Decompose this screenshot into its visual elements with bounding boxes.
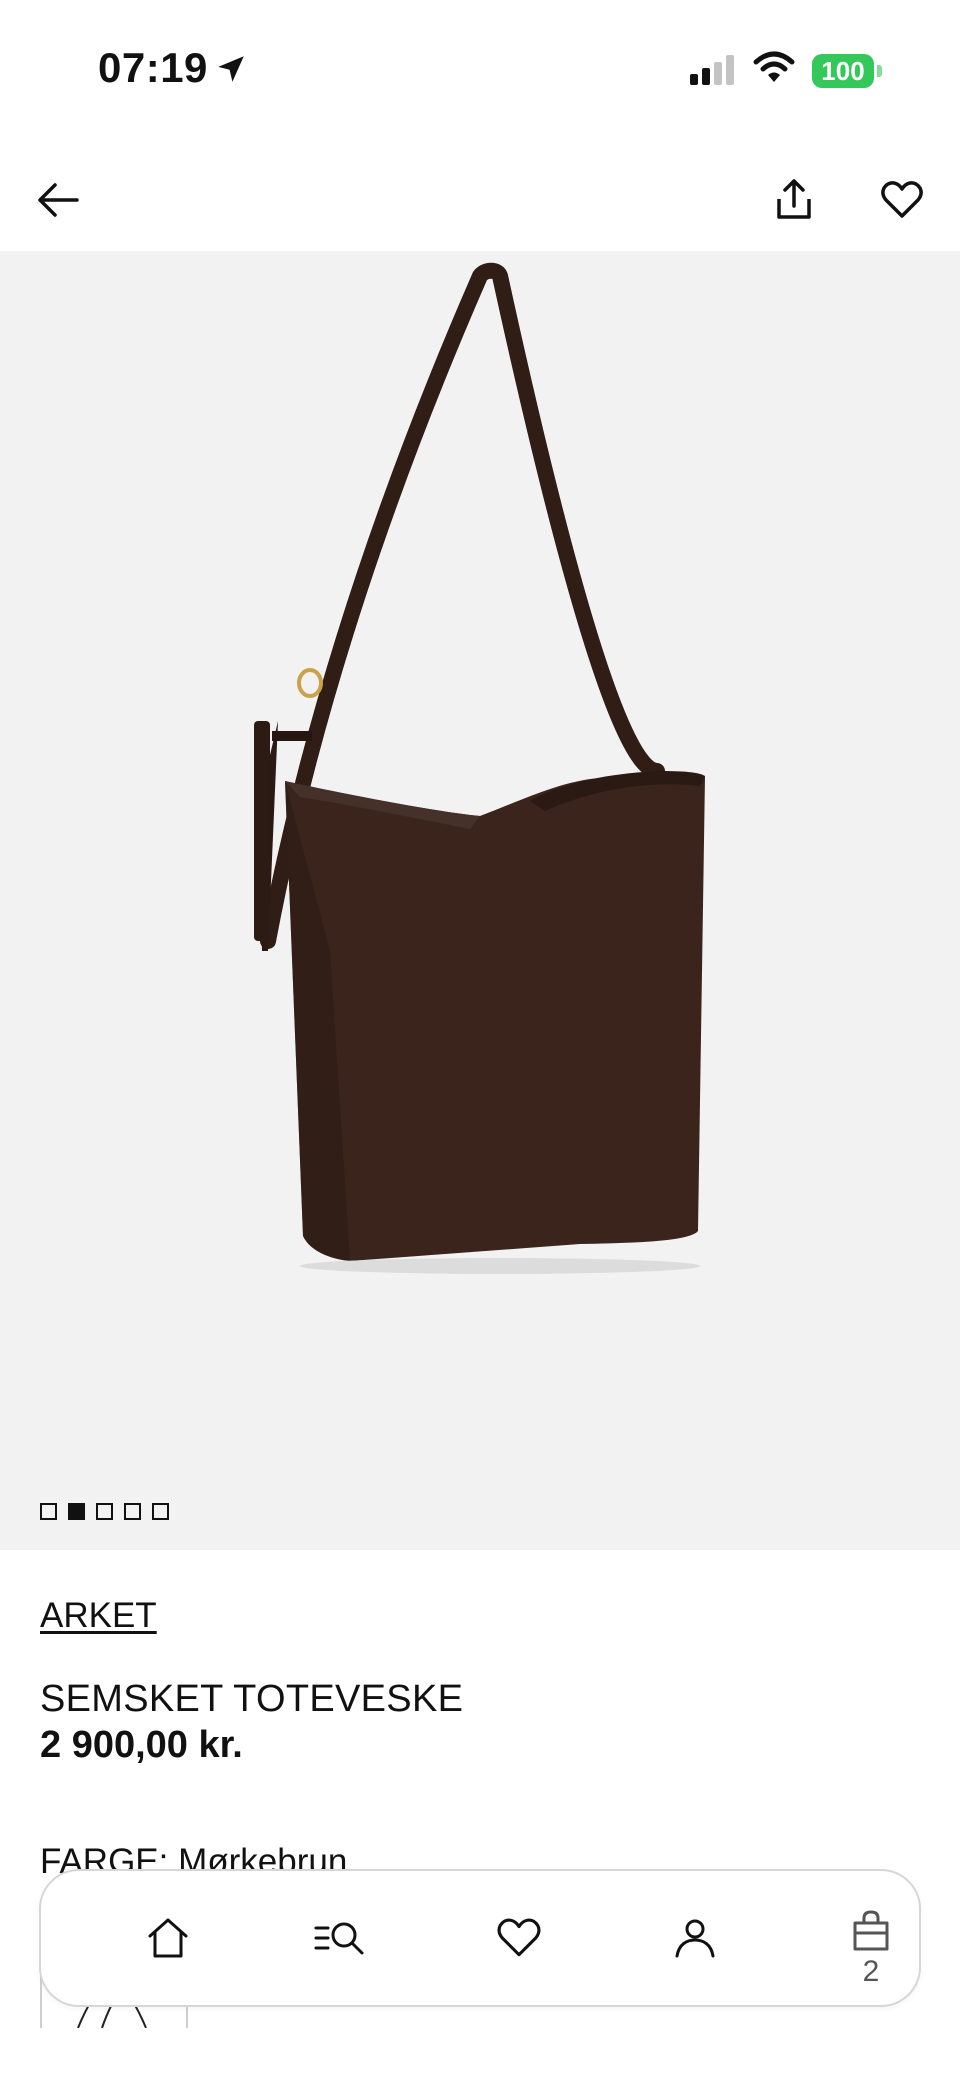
- carousel-dots: [40, 1503, 169, 1520]
- product-price: 2 900,00 kr.: [40, 1724, 243, 1766]
- user-icon: [675, 1919, 715, 1958]
- brand-link[interactable]: ARKET: [40, 1596, 157, 1636]
- carousel-dot[interactable]: [124, 1503, 141, 1520]
- tab-search[interactable]: [282, 1871, 402, 2005]
- tab-wishlist[interactable]: [459, 1871, 579, 2005]
- location-arrow-icon: [218, 56, 244, 82]
- tab-bag[interactable]: 2: [811, 1871, 931, 2005]
- bottom-tab-bar: 2: [39, 1869, 921, 2007]
- tote-bag-image: [254, 262, 705, 1274]
- share-button[interactable]: [764, 170, 824, 230]
- share-icon: [777, 179, 811, 219]
- tab-home[interactable]: [108, 1871, 228, 2005]
- wifi-icon: [753, 51, 795, 82]
- heart-icon: [497, 1918, 541, 1957]
- cellular-signal-icon: [690, 55, 734, 85]
- carousel-dot[interactable]: [40, 1503, 57, 1520]
- status-time: 07:19: [98, 44, 208, 91]
- bag-count-badge: 2: [862, 1955, 880, 1988]
- carousel-dot[interactable]: [96, 1503, 113, 1520]
- home-icon: [148, 1918, 188, 1958]
- heart-icon: [881, 181, 923, 218]
- status-bar: 07:19 100: [0, 0, 960, 140]
- carousel-dot[interactable]: [152, 1503, 169, 1520]
- carousel-dot-active[interactable]: [68, 1503, 85, 1520]
- bag-icon: [853, 1910, 889, 1951]
- battery-level: 100: [812, 54, 874, 88]
- favorite-button[interactable]: [872, 170, 932, 230]
- arrow-left-icon: [38, 183, 79, 217]
- product-image[interactable]: [0, 251, 960, 1550]
- tab-account[interactable]: [635, 1871, 755, 2005]
- top-nav: [0, 150, 960, 250]
- battery-indicator: 100: [812, 54, 882, 88]
- product-title: SEMSKET TOTEVESKE: [40, 1678, 464, 1720]
- back-button[interactable]: [28, 170, 88, 230]
- search-icon: [314, 1922, 364, 1955]
